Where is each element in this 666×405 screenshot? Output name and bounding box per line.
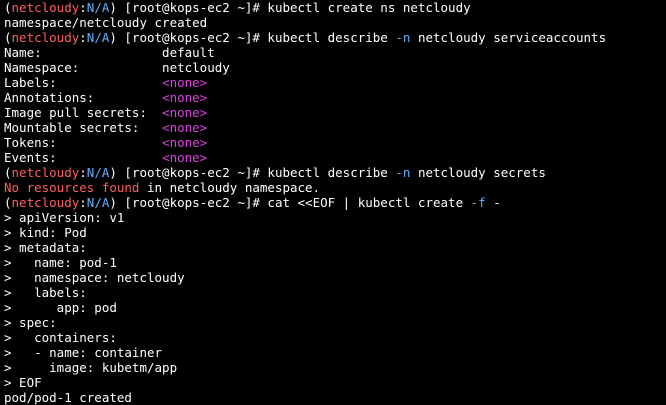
field-value-none: <none> (162, 75, 208, 90)
prompt-host: [root@kops-ec2 ~]# (116, 0, 268, 15)
prompt-namespace: N/A (86, 0, 110, 15)
prompt-context: netcloudy (11, 30, 80, 45)
heredoc-line: > spec: (4, 315, 57, 330)
command-flag: -n (395, 30, 411, 45)
field-key: Events: (4, 150, 163, 165)
field-value-none: <none> (162, 120, 208, 135)
field-value-none: <none> (162, 90, 208, 105)
field-key: Image pull secrets: (4, 105, 163, 120)
heredoc-line: > app: pod (4, 300, 117, 315)
field-key: Name: (4, 45, 163, 60)
command-text: - (485, 195, 501, 210)
prompt-context: netcloudy (11, 165, 80, 180)
terminal-output-line: Mountable secrets: <none> (4, 120, 666, 135)
prompt-sep: : (79, 0, 87, 15)
command-text: netcloudy secrets (410, 165, 546, 180)
heredoc-line: > kind: Pod (4, 225, 87, 240)
prompt-context: netcloudy (11, 195, 80, 210)
prompt-sep: : (79, 165, 87, 180)
field-value: netcloudy (162, 60, 230, 75)
field-key: Labels: (4, 75, 163, 90)
terminal-output-line: Annotations: <none> (4, 90, 666, 105)
heredoc-line: > apiVersion: v1 (4, 210, 125, 225)
terminal-line-prompt: (netcloudy:N/A) [root@kops-ec2 ~]# cat <… (4, 195, 666, 210)
terminal-line-prompt: (netcloudy:N/A) [root@kops-ec2 ~]# kubec… (4, 0, 666, 15)
prompt-close: ) (109, 0, 117, 15)
prompt-close: ) (109, 195, 117, 210)
field-key: Mountable secrets: (4, 120, 163, 135)
prompt-namespace: N/A (86, 165, 110, 180)
prompt-namespace: N/A (86, 30, 110, 45)
prompt-open: ( (4, 30, 12, 45)
terminal-output-line: Name: default (4, 45, 666, 60)
field-value-none: <none> (162, 105, 208, 120)
prompt-host: [root@kops-ec2 ~]# (116, 165, 268, 180)
command-flag: -n (395, 165, 411, 180)
field-key: Tokens: (4, 135, 163, 150)
output-text: in netcloudy namespace. (139, 180, 321, 195)
field-value-none: <none> (162, 135, 208, 150)
prompt-host: [root@kops-ec2 ~]# (116, 30, 268, 45)
terminal-output-line: Tokens: <none> (4, 135, 666, 150)
command-text: netcloudy serviceaccounts (410, 30, 607, 45)
heredoc-line: > namespace: netcloudy (4, 270, 185, 285)
prompt-sep: : (79, 30, 87, 45)
terminal-output-line: Events: <none> (4, 150, 666, 165)
prompt-close: ) (109, 165, 117, 180)
terminal-output-line: Image pull secrets: <none> (4, 105, 666, 120)
terminal-output-line: Labels: <none> (4, 75, 666, 90)
terminal-output-line: namespace/netcloudy created (4, 15, 208, 30)
heredoc-line: > labels: (4, 285, 87, 300)
prompt-host: [root@kops-ec2 ~]# (116, 195, 268, 210)
command-flag: -f (470, 195, 486, 210)
heredoc-line: > containers: (4, 330, 117, 345)
command-text: kubectl create ns netcloudy (267, 0, 471, 15)
terminal-line-prompt: (netcloudy:N/A) [root@kops-ec2 ~]# kubec… (4, 165, 666, 180)
heredoc-line: > - name: container (4, 345, 163, 360)
heredoc-line: > name: pod-1 (4, 255, 117, 270)
command-text: cat <<EOF | kubectl create (267, 195, 471, 210)
command-text: kubectl describe (267, 165, 396, 180)
terminal-line-prompt: (netcloudy:N/A) [root@kops-ec2 ~]# kubec… (4, 30, 666, 45)
field-value: default (162, 45, 215, 60)
prompt-context: netcloudy (11, 0, 80, 15)
heredoc-line: > metadata: (4, 240, 87, 255)
field-key: Namespace: (4, 60, 163, 75)
terminal-window[interactable]: (netcloudy:N/A) [root@kops-ec2 ~]# kubec… (0, 0, 666, 405)
field-value-none: <none> (162, 150, 208, 165)
prompt-sep: : (79, 195, 87, 210)
terminal-output-line: Namespace: netcloudy (4, 60, 666, 75)
prompt-close: ) (109, 30, 117, 45)
field-key: Annotations: (4, 90, 163, 105)
command-text: kubectl describe (267, 30, 396, 45)
terminal-output-line: pod/pod-1 created (4, 390, 132, 405)
prompt-open: ( (4, 195, 12, 210)
error-text: No resources found (4, 180, 140, 195)
prompt-open: ( (4, 165, 12, 180)
prompt-namespace: N/A (86, 195, 110, 210)
heredoc-line: > EOF (4, 375, 42, 390)
terminal-output-line: No resources found in netcloudy namespac… (4, 180, 666, 195)
prompt-open: ( (4, 0, 12, 15)
heredoc-line: > image: kubetm/app (4, 360, 178, 375)
